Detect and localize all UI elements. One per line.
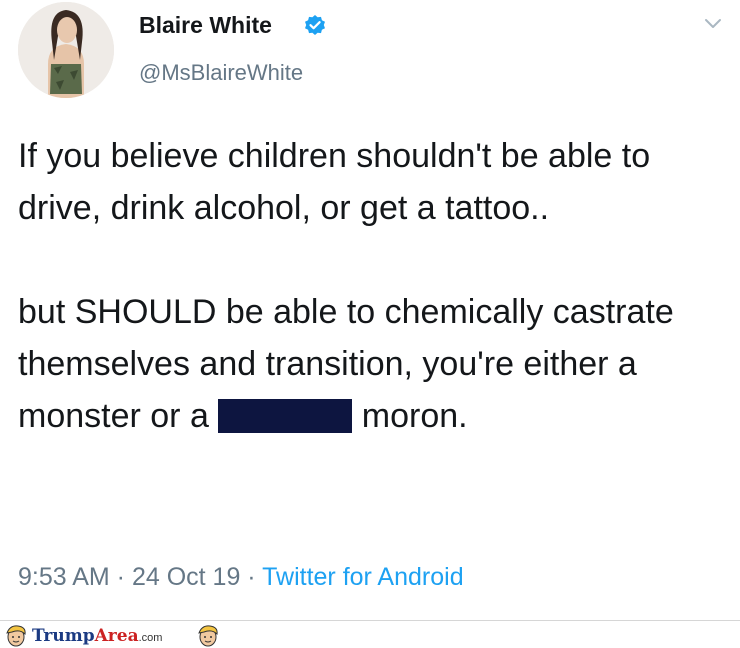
- redaction-bar: [218, 399, 353, 433]
- trump-face-icon: [6, 625, 26, 647]
- tweet-paragraph-2: but SHOULD be able to chemically castrat…: [18, 286, 718, 442]
- footer-divider: [0, 620, 740, 621]
- tweet-source-link[interactable]: Twitter for Android: [262, 563, 463, 591]
- watermark-part-2: Area: [94, 626, 139, 646]
- watermark-text: TrumpArea.com: [32, 626, 162, 646]
- tweet-time[interactable]: 9:53 AM: [18, 563, 110, 591]
- author-avatar[interactable]: [18, 2, 114, 98]
- chevron-down-icon[interactable]: [704, 18, 722, 30]
- tweet-card: Blaire White @MsBlaireWhite If you belie…: [0, 0, 740, 620]
- watermark-part-1: Trump: [32, 626, 95, 646]
- watermark-bar: TrumpArea.com: [0, 622, 740, 648]
- profile-photo-icon: [18, 2, 114, 98]
- trump-face-icon: [198, 625, 218, 647]
- watermark-part-3: .com: [138, 632, 163, 644]
- tweet-date[interactable]: 24 Oct 19: [132, 563, 240, 591]
- tweet-paragraph-1: If you believe children shouldn't be abl…: [18, 137, 651, 227]
- author-display-name[interactable]: Blaire White: [139, 12, 272, 39]
- verified-badge-icon: [305, 15, 325, 35]
- timestamp-separator: ·: [240, 563, 263, 591]
- tweet-text: If you believe children shouldn't be abl…: [18, 130, 718, 442]
- tweet-paragraph-2-end: moron.: [361, 397, 468, 435]
- tweet-timestamp-row: 9:53 AM · 24 Oct 19 · Twitter for Androi…: [18, 563, 464, 592]
- author-handle[interactable]: @MsBlaireWhite: [139, 60, 303, 86]
- timestamp-separator: ·: [109, 563, 132, 591]
